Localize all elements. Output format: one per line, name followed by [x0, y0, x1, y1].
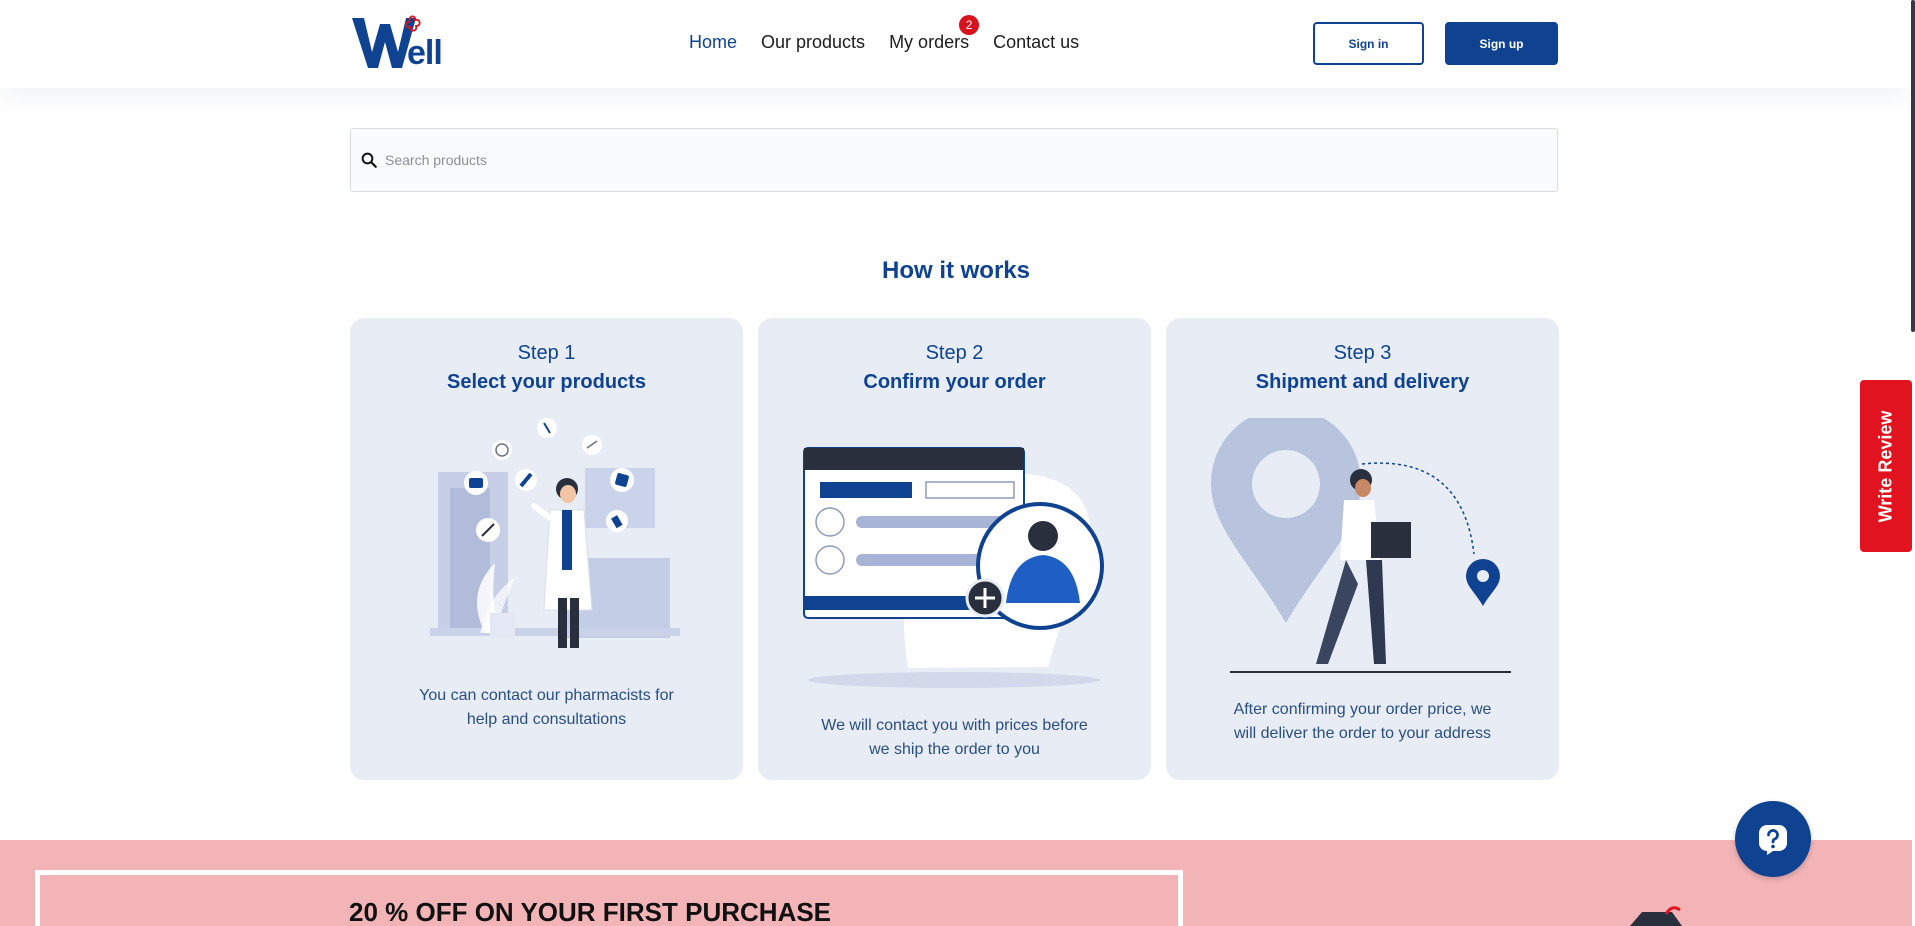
- step-description: You can contact our pharmacists for help…: [419, 687, 674, 728]
- step-description: We will contact you with prices before w…: [821, 717, 1088, 758]
- sign-in-button[interactable]: Sign in: [1313, 22, 1424, 65]
- question-icon: [1759, 825, 1787, 855]
- search-bar: [350, 128, 1558, 192]
- step-description: After confirming your order price, we wi…: [1233, 701, 1492, 742]
- shopping-bag-icon: [1630, 906, 1682, 926]
- write-review-label: Write Review: [1875, 410, 1896, 522]
- nav-contact-us[interactable]: Contact us: [993, 32, 1079, 53]
- step-title: Confirm your order: [863, 371, 1046, 393]
- promo-banner: 20 % OFF ON YOUR FIRST PURCHASE: [0, 840, 1912, 926]
- logo-icon: [352, 15, 421, 68]
- step-title: Select your products: [447, 371, 646, 393]
- page-scrollbar[interactable]: [1911, 0, 1915, 332]
- search-icon: [361, 152, 377, 168]
- how-it-works-title: How it works: [881, 257, 1031, 284]
- search-input[interactable]: [385, 152, 1485, 168]
- step-number: Step 3: [1333, 342, 1392, 364]
- step-card-1: Step 1 Select your products You can cont…: [350, 318, 743, 780]
- main-nav: Home Our products My orders 2 Contact us: [689, 15, 1103, 53]
- help-chat-button[interactable]: [1735, 801, 1811, 877]
- order-confirmation-illustration: [803, 447, 1104, 688]
- promo-text: 20 % OFF ON YOUR FIRST PURCHASE: [349, 897, 832, 926]
- write-review-button[interactable]: Write Review: [1860, 380, 1912, 552]
- step-card-2: Step 2 Confirm your order We will contac…: [758, 318, 1151, 780]
- step-number: Step 1: [517, 342, 576, 364]
- step-title: Shipment and delivery: [1255, 371, 1470, 393]
- well-logo[interactable]: ell: [350, 12, 460, 72]
- nav-my-orders-label: My orders: [889, 32, 970, 52]
- site-header: ell Home Our products My orders 2 Contac…: [0, 0, 1912, 88]
- nav-our-products[interactable]: Our products: [761, 32, 865, 53]
- nav-home[interactable]: Home: [689, 32, 737, 53]
- nav-my-orders[interactable]: My orders 2: [889, 15, 980, 53]
- pharmacist-illustration: [430, 418, 680, 648]
- logo-text: ell: [407, 34, 443, 72]
- sign-up-button[interactable]: Sign up: [1445, 22, 1558, 65]
- delivery-illustration: [1211, 418, 1511, 673]
- orders-count-badge: 2: [959, 15, 980, 35]
- step-number: Step 2: [925, 342, 984, 364]
- step-card-3: Step 3 Shipment and delivery After confi…: [1166, 318, 1559, 780]
